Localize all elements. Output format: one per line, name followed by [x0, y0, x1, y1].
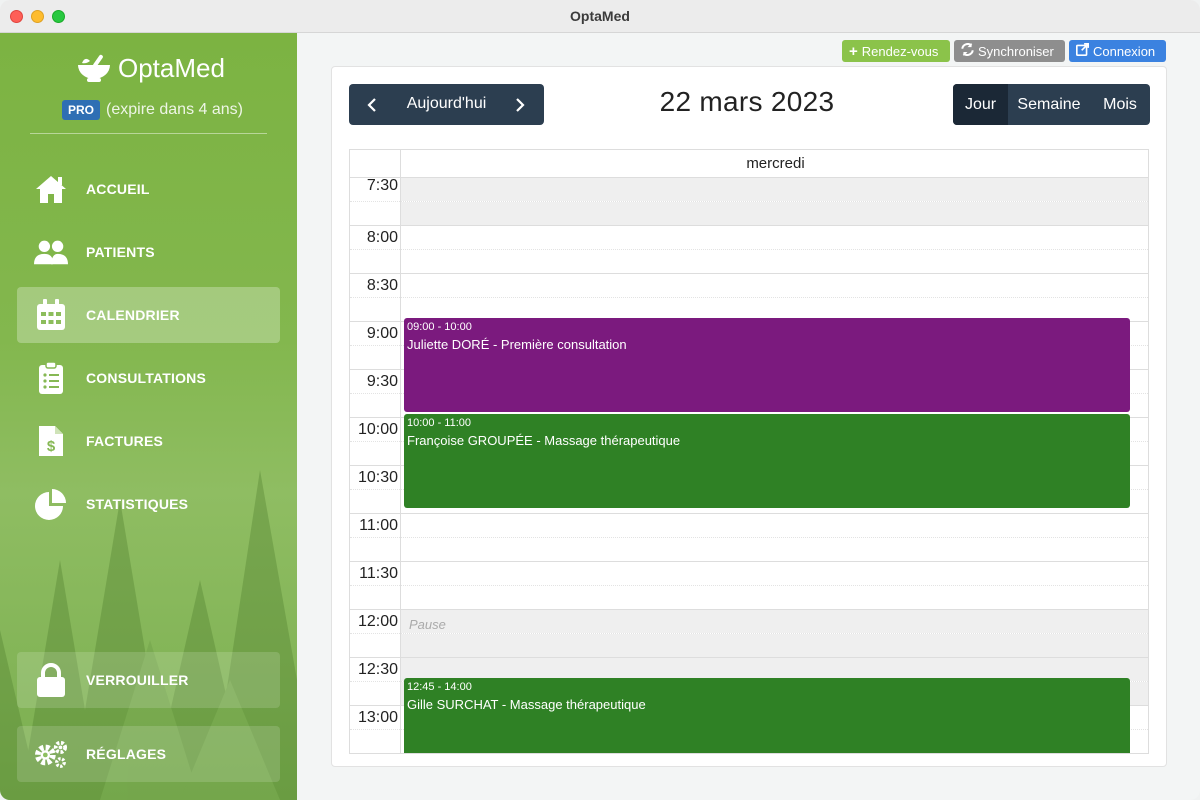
event-time: 10:00 - 11:00 — [407, 417, 472, 429]
day-name: mercredi — [746, 155, 805, 172]
pro-badge: PRO — [62, 100, 101, 120]
plus-icon: + — [849, 42, 858, 60]
time-slot[interactable] — [350, 538, 1148, 562]
date-navigation: Aujourd'hui — [349, 84, 544, 125]
home-icon — [34, 173, 68, 205]
mortar-pestle-logo-icon — [78, 54, 110, 82]
sidebar-item-label: STATISTIQUES — [86, 496, 189, 512]
sidebar-item-patients[interactable]: PATIENTS — [17, 224, 280, 280]
sidebar-item-factures[interactable]: $ FACTURES — [17, 413, 280, 469]
time-slot[interactable]: 8:30 — [350, 274, 1148, 298]
view-day-button[interactable]: Jour — [953, 84, 1008, 125]
gears-icon — [34, 738, 68, 770]
time-label: 9:00 — [366, 325, 398, 342]
time-label: 8:30 — [366, 277, 398, 294]
sync-icon — [961, 43, 974, 59]
time-label: 10:00 — [357, 421, 398, 438]
time-slot[interactable] — [350, 586, 1148, 610]
lock-button[interactable]: VERROUILLER — [17, 652, 280, 708]
time-label: 8:00 — [366, 229, 398, 246]
new-appointment-label: Rendez-vous — [861, 43, 939, 59]
sidebar-item-label: CONSULTATIONS — [86, 370, 207, 386]
day-grid: mercredi 7:30 8:00 8:30 9:00 9:30 10:00 … — [349, 149, 1149, 754]
event-time: 09:00 - 10:00 — [407, 321, 472, 333]
sidebar-item-accueil[interactable]: ACCUEIL — [17, 161, 280, 217]
external-link-icon — [1076, 43, 1089, 59]
sidebar-item-label: ACCUEIL — [86, 181, 150, 197]
lock-icon — [34, 663, 68, 697]
calendar-panel: Aujourd'hui 22 mars 2023 Jour Semaine Mo… — [331, 66, 1167, 767]
sidebar-divider — [30, 133, 267, 134]
calendar-icon — [34, 299, 68, 331]
sync-button[interactable]: Synchroniser — [954, 40, 1065, 62]
time-label: 11:30 — [359, 565, 398, 582]
brand: OptaMed — [76, 52, 225, 84]
event-title: Françoise GROUPÉE - Massage thérapeutiqu… — [407, 433, 681, 448]
sidebar-item-consultations[interactable]: CONSULTATIONS — [17, 350, 280, 406]
time-slot[interactable]: 7:30 — [350, 177, 1148, 202]
connexion-button[interactable]: Connexion — [1069, 40, 1166, 62]
time-axis-header — [350, 150, 401, 178]
event-title: Gille SURCHAT - Massage thérapeutique — [407, 697, 646, 712]
time-label: 12:30 — [357, 661, 398, 678]
users-icon — [34, 236, 68, 268]
svg-text:$: $ — [47, 438, 56, 455]
time-label: 12:00 — [357, 613, 398, 630]
event-time: 12:45 - 14:00 — [407, 681, 472, 693]
sidebar-item-calendrier[interactable]: CALENDRIER — [17, 287, 280, 343]
clipboard-list-icon — [34, 362, 68, 394]
view-month-button[interactable]: Mois — [1090, 84, 1150, 125]
settings-label: RÉGLAGES — [86, 746, 167, 762]
sidebar: OptaMed PRO (expire dans 4 ans) ACCUEIL … — [0, 33, 297, 800]
sidebar-item-label: PATIENTS — [86, 244, 155, 260]
time-label: 7:30 — [366, 177, 398, 194]
appointment-event[interactable]: 10:00 - 11:00 Françoise GROUPÉE - Massag… — [404, 414, 1130, 508]
license-expiry-text: (expire dans 4 ans) — [106, 101, 243, 118]
lock-label: VERROUILLER — [86, 672, 189, 688]
time-slot[interactable]: 11:30 — [350, 562, 1148, 586]
sidebar-item-label: CALENDRIER — [86, 307, 180, 323]
time-label: 13:00 — [357, 709, 398, 726]
time-label: 11:00 — [359, 517, 398, 534]
current-date-title: 22 mars 2023 — [659, 86, 835, 117]
pause-label: Pause — [409, 617, 446, 632]
time-slot[interactable] — [350, 202, 1148, 226]
appointment-event[interactable]: 09:00 - 10:00 Juliette DORÉ - Première c… — [404, 318, 1130, 412]
sync-label: Synchroniser — [978, 43, 1054, 59]
view-switcher: Jour Semaine Mois — [953, 84, 1150, 125]
time-slot[interactable] — [350, 634, 1148, 658]
time-slot[interactable] — [350, 250, 1148, 274]
chevron-left-icon — [367, 97, 376, 112]
license-status: PRO (expire dans 4 ans) — [62, 100, 243, 120]
window-title: OptaMed — [570, 8, 630, 24]
time-slot[interactable]: 12:00 Pause — [350, 610, 1148, 634]
time-label: 10:30 — [357, 469, 398, 486]
time-label: 9:30 — [366, 373, 398, 390]
today-button[interactable]: Aujourd'hui — [393, 95, 500, 113]
pie-chart-icon — [34, 488, 68, 520]
connexion-label: Connexion — [1093, 43, 1156, 59]
previous-day-button[interactable] — [352, 84, 392, 125]
sidebar-item-statistiques[interactable]: STATISTIQUES — [17, 476, 280, 532]
time-slot[interactable]: 11:00 — [350, 514, 1148, 538]
brand-name: OptaMed — [118, 52, 225, 83]
chevron-right-icon — [516, 97, 525, 112]
appointment-event[interactable]: 12:45 - 14:00 Gille SURCHAT - Massage th… — [404, 678, 1130, 753]
day-header: mercredi — [350, 150, 1148, 178]
invoice-dollar-icon: $ — [34, 425, 68, 457]
new-appointment-button[interactable]: + Rendez-vous — [842, 40, 950, 62]
title-bar: OptaMed — [0, 0, 1200, 33]
event-title: Juliette DORÉ - Première consultation — [407, 337, 627, 352]
app-window: OptaMed OptaMed PRO (expire dans 4 ans) … — [0, 0, 1200, 800]
next-day-button[interactable] — [500, 84, 540, 125]
time-slot[interactable]: 8:00 — [350, 226, 1148, 250]
sidebar-item-label: FACTURES — [86, 433, 164, 449]
settings-button[interactable]: RÉGLAGES — [17, 726, 280, 782]
view-week-button[interactable]: Semaine — [1008, 84, 1090, 125]
